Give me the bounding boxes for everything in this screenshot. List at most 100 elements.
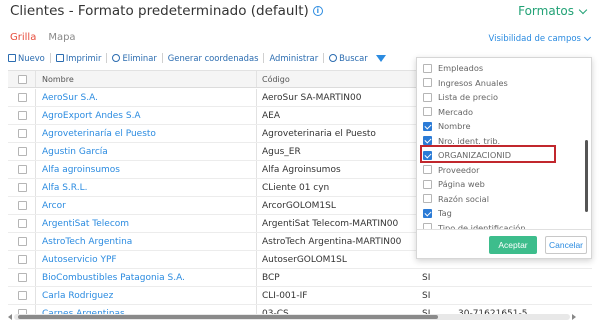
client-name-link[interactable]: AstroTech Argentina: [42, 237, 132, 247]
field-option[interactable]: Ingresos Anuales: [423, 76, 508, 90]
horizontal-scrollbar[interactable]: [14, 314, 570, 320]
accept-button[interactable]: Aceptar: [489, 236, 537, 254]
table-row[interactable]: BioCombustibles Patagonia S.A. BCP SI: [8, 269, 592, 287]
delete-icon: [112, 54, 121, 62]
client-tax-id: [458, 287, 578, 304]
client-code: 03-CS: [262, 308, 289, 315]
field-option[interactable]: Razón social: [423, 192, 489, 206]
info-icon[interactable]: i: [312, 6, 323, 16]
client-code: AutoserGOLOM1SL: [262, 254, 347, 265]
search-button[interactable]: Buscar: [324, 53, 391, 63]
row-checkbox[interactable]: [18, 291, 27, 300]
row-checkbox[interactable]: [18, 273, 27, 282]
row-checkbox[interactable]: [18, 219, 27, 228]
field-checkbox[interactable]: [423, 179, 432, 189]
client-code: ArgentiSat Telecom-MARTIN00: [262, 218, 399, 229]
client-name-link[interactable]: Autoservicio YPF: [42, 255, 117, 265]
row-checkbox[interactable]: [18, 93, 27, 102]
row-checkbox[interactable]: [18, 129, 27, 138]
formats-dropdown[interactable]: Formatos: [518, 4, 588, 18]
client-code: Agroveterinaria el Puesto: [262, 128, 376, 139]
generate-coords-button[interactable]: Generar coordenadas: [163, 53, 265, 63]
client-name-link[interactable]: Alfa agroinsumos: [42, 165, 120, 175]
column-header-nombre[interactable]: Nombre: [42, 71, 252, 87]
delete-button[interactable]: Eliminar: [107, 53, 163, 63]
client-name-link[interactable]: Agroveterinaría el Puesto: [42, 129, 156, 139]
client-name-link[interactable]: AgroExport Andes S.A: [42, 111, 141, 121]
client-flag: SI: [422, 308, 431, 315]
table-row[interactable]: Carla Rodriguez CLI-001-IF SI: [8, 287, 592, 305]
client-name-link[interactable]: Carla Rodriguez: [42, 291, 113, 301]
new-label: Nuevo: [18, 53, 45, 63]
select-all-checkbox[interactable]: [18, 74, 27, 84]
row-checkbox[interactable]: [18, 183, 27, 192]
row-checkbox[interactable]: [18, 111, 27, 120]
field-checkbox[interactable]: [423, 107, 432, 116]
row-checkbox[interactable]: [18, 165, 27, 174]
admin-button[interactable]: Administrar: [264, 53, 325, 63]
table-row[interactable]: Carnes Argentinas 03-CS SI 30-71621651-5: [8, 305, 592, 314]
row-checkbox[interactable]: [18, 147, 27, 156]
field-option-label: Proveedor: [438, 164, 480, 175]
field-checkbox[interactable]: [423, 136, 432, 145]
field-option[interactable]: Lista de precio: [423, 90, 498, 104]
client-flag: SI: [422, 290, 431, 301]
search-label: Buscar: [339, 53, 368, 63]
highlight-box: [420, 145, 556, 163]
client-code: BCP: [262, 272, 280, 283]
field-option[interactable]: Empleados: [423, 61, 483, 75]
chevron-down-icon: [578, 5, 588, 14]
field-option-label: Mercado: [438, 106, 474, 117]
print-button[interactable]: Imprimir: [51, 53, 108, 63]
row-checkbox[interactable]: [18, 237, 27, 246]
field-option[interactable]: Mercado: [423, 105, 473, 119]
field-option-label: Empleados: [438, 63, 484, 73]
field-option[interactable]: Proveedor: [423, 163, 479, 177]
chevron-down-icon: [583, 33, 592, 42]
field-visibility-toggle[interactable]: Visibilidad de campos: [488, 33, 592, 44]
field-option-label: Lista de precio: [438, 92, 498, 102]
client-code: AEA: [262, 110, 280, 121]
field-checkbox[interactable]: [423, 63, 432, 73]
client-name-link[interactable]: BioCombustibles Patagonia S.A.: [42, 273, 185, 283]
field-option[interactable]: Página web: [423, 177, 485, 191]
client-tax-id: [458, 269, 578, 286]
toolbar: Nuevo Imprimir Eliminar Generar coordena…: [8, 51, 391, 65]
new-button[interactable]: Nuevo: [8, 53, 51, 63]
client-name-link[interactable]: Alfa S.R.L.: [42, 183, 87, 193]
field-checkbox[interactable]: [423, 165, 432, 174]
client-name-link[interactable]: AeroSur S.A.: [42, 93, 98, 103]
field-visibility-label: Visibilidad de campos: [488, 34, 581, 44]
scroll-left-icon[interactable]: [8, 314, 12, 320]
field-option[interactable]: Nombre: [423, 119, 471, 133]
field-option-label: Página web: [438, 179, 485, 189]
search-icon: [329, 54, 338, 62]
panel-scrollbar[interactable]: [585, 140, 588, 212]
page-title-text: Clientes - Formato predeterminado (defau…: [10, 3, 309, 19]
print-label: Imprimir: [65, 53, 102, 63]
row-checkbox[interactable]: [18, 255, 27, 264]
client-name-link[interactable]: Arcor: [42, 201, 66, 211]
scrollbar-thumb[interactable]: [18, 315, 438, 319]
tab-grilla[interactable]: Grilla: [10, 32, 36, 43]
client-flag: SI: [422, 272, 431, 283]
cancel-button[interactable]: Cancelar: [545, 236, 587, 254]
new-document-icon: [8, 54, 16, 62]
client-code: AeroSur SA-MARTIN00: [262, 92, 362, 103]
field-checkbox[interactable]: [423, 194, 432, 203]
client-tax-id: 30-71621651-5: [458, 308, 528, 315]
column-header-codigo[interactable]: Código: [262, 71, 422, 87]
field-checkbox[interactable]: [423, 78, 432, 87]
field-checkbox[interactable]: [423, 208, 432, 218]
field-option[interactable]: Tag: [423, 206, 452, 220]
field-option-label: Razón social: [438, 193, 489, 204]
client-name-link[interactable]: Agustin García: [42, 147, 108, 157]
scroll-right-icon[interactable]: [572, 314, 576, 320]
filter-icon[interactable]: [375, 54, 386, 62]
client-name-link[interactable]: ArgentiSat Telecom: [42, 219, 129, 229]
field-checkbox[interactable]: [423, 92, 432, 102]
tab-mapa[interactable]: Mapa: [48, 32, 75, 43]
row-checkbox[interactable]: [18, 201, 27, 210]
client-code: ArcorGOLOM1SL: [262, 200, 336, 211]
field-checkbox[interactable]: [423, 121, 432, 131]
